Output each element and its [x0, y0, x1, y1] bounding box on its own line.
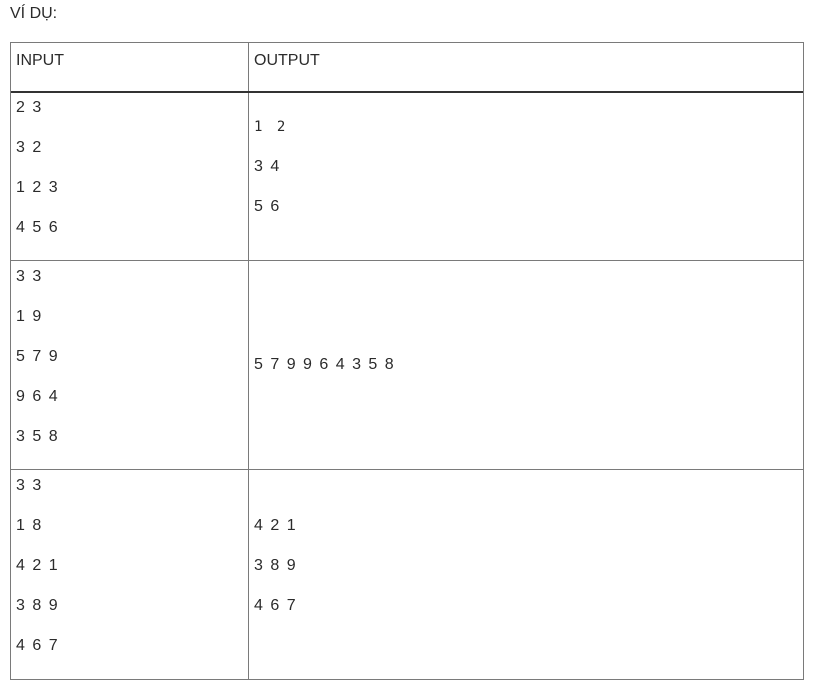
header-output: OUTPUT: [254, 52, 320, 69]
output-line: 4 2 1: [254, 517, 298, 534]
input-line: 1 2 3: [16, 179, 60, 196]
output-line: 3 8 9: [254, 557, 298, 574]
column-divider: [248, 43, 249, 679]
example-heading: VÍ DỤ:: [10, 5, 58, 22]
input-line: 1 8: [16, 517, 43, 534]
input-line: 9 6 4: [16, 388, 60, 405]
output-line: 3 4: [254, 158, 281, 175]
input-line: 2 3: [16, 99, 43, 116]
header-input: INPUT: [16, 52, 64, 69]
output-line: 4 6 7: [254, 597, 298, 614]
row-3-output: 4 2 1 3 8 9 4 6 7: [254, 516, 297, 636]
input-line: 3 3: [16, 268, 43, 285]
row-divider: [11, 260, 803, 261]
input-line: 5 7 9: [16, 348, 60, 365]
row-2-input: 3 3 1 9 5 7 9 9 6 4 3 5 8: [16, 267, 59, 467]
input-line: 3 3: [16, 477, 43, 494]
example-table: INPUT OUTPUT 2 3 3 2 1 2 3 4 5 6 1 2 3 4…: [10, 42, 804, 680]
input-line: 3 2: [16, 139, 43, 156]
row-divider: [11, 469, 803, 470]
input-line: 1 9: [16, 308, 43, 325]
header-divider: [11, 91, 803, 93]
output-line: 5 6: [254, 198, 281, 215]
row-1-output: 1 2 3 4 5 6: [254, 117, 288, 237]
input-line: 4 2 1: [16, 557, 60, 574]
output-line: 5 7 9 9 6 4 3 5 8: [254, 356, 396, 373]
row-2-output: 5 7 9 9 6 4 3 5 8: [254, 355, 395, 395]
row-3-input: 3 3 1 8 4 2 1 3 8 9 4 6 7: [16, 476, 59, 676]
input-line: 3 8 9: [16, 597, 60, 614]
input-line: 4 6 7: [16, 637, 60, 654]
output-line: 1 2: [254, 119, 289, 135]
row-1-input: 2 3 3 2 1 2 3 4 5 6: [16, 98, 59, 258]
input-line: 4 5 6: [16, 219, 60, 236]
input-line: 3 5 8: [16, 428, 60, 445]
